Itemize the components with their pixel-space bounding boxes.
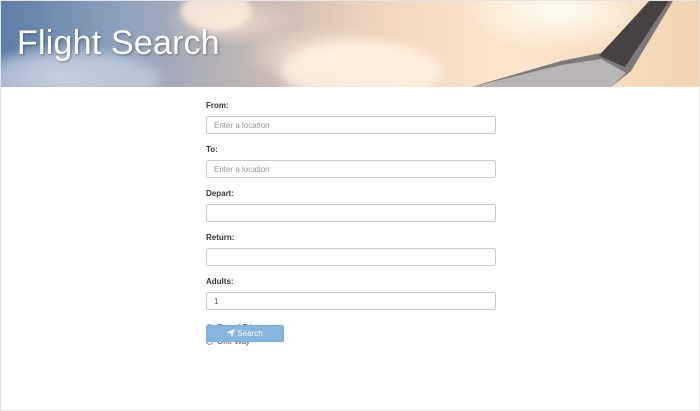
from-label: From: [206, 101, 229, 110]
adults-input[interactable] [206, 292, 496, 310]
from-input[interactable] [206, 116, 496, 134]
to-input[interactable] [206, 160, 496, 178]
depart-date-input[interactable] [206, 204, 496, 222]
page-title: Flight Search [17, 24, 220, 62]
header-banner: Flight Search [1, 1, 699, 87]
adults-label: Adults: [206, 277, 234, 286]
flight-search-form: From: To: Depart: Return: Adults: Round … [206, 101, 496, 349]
return-label: Return: [206, 233, 235, 242]
search-button[interactable]: Search [206, 325, 284, 342]
search-button-label: Search [237, 329, 263, 338]
to-label: To: [206, 145, 218, 154]
depart-label: Depart: [206, 189, 235, 198]
paper-plane-icon [227, 328, 236, 339]
return-date-input[interactable] [206, 248, 496, 266]
